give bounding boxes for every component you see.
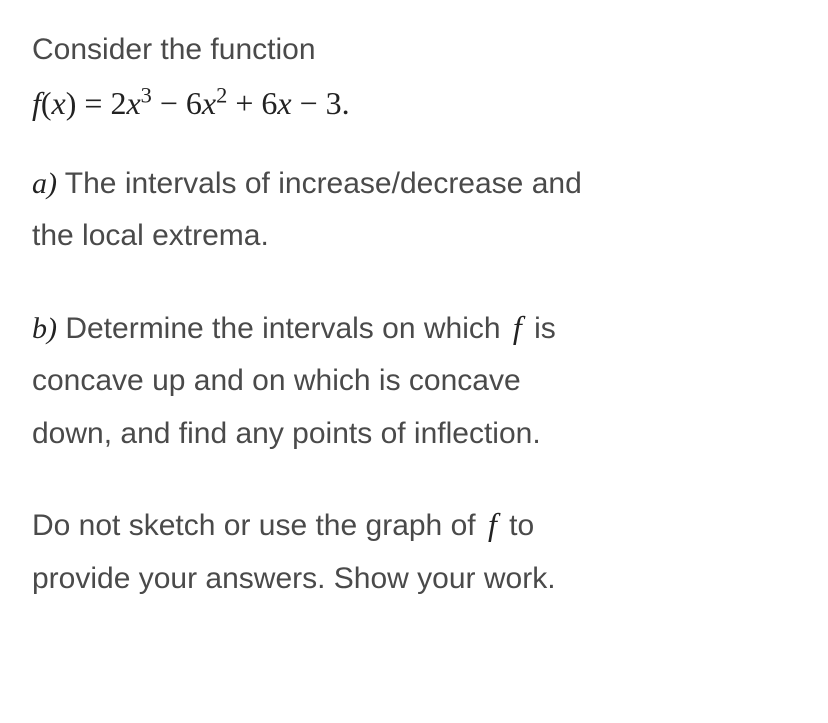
footer-line2: provide your answers. Show your work. [32,553,796,606]
function-formula: f(x) = 2x3 − 6x2 + 6x − 3. [32,84,796,122]
part-a-label: a) [32,167,57,200]
footer-line1: Do not sketch or use the graph of f to [32,496,796,553]
part-b-line1: b) Determine the intervals on which f is [32,299,796,356]
part-a-line2: the local extrema. [32,210,796,263]
part-a-text1: The intervals of increase/decrease and [57,167,582,200]
formula-minus1: − 6 [152,85,202,121]
footer-note: Do not sketch or use the graph of f to p… [32,496,796,605]
part-b-text2: is [526,312,556,345]
formula-end: − 3. [292,85,350,121]
part-b: b) Determine the intervals on which f is… [32,299,796,461]
formula-x2: x [202,85,216,121]
footer-line1b: to [501,509,534,542]
formula-open-paren: ( [41,85,52,121]
formula-exp2: 2 [216,82,227,107]
part-b-label: b) [32,312,57,345]
part-a: a) The intervals of increase/decrease an… [32,158,796,263]
part-b-line3: down, and find any points of inflection. [32,408,796,461]
intro-text: Consider the function [32,28,796,72]
part-b-f1: f [509,309,526,345]
formula-var-x: x [52,85,66,121]
footer-f: f [484,506,501,542]
formula-x3: x [277,85,291,121]
part-a-line1: a) The intervals of increase/decrease an… [32,158,796,211]
formula-plus: + 6 [227,85,277,121]
formula-close-paren: ) [66,85,77,121]
formula-exp1: 3 [141,82,152,107]
part-b-line2: concave up and on which is concave [32,355,796,408]
formula-eq: = 2 [76,85,126,121]
part-b-text1: Determine the intervals on which [57,312,509,345]
formula-f: f [32,85,41,121]
formula-x1: x [126,85,140,121]
footer-line1a: Do not sketch or use the graph of [32,509,484,542]
